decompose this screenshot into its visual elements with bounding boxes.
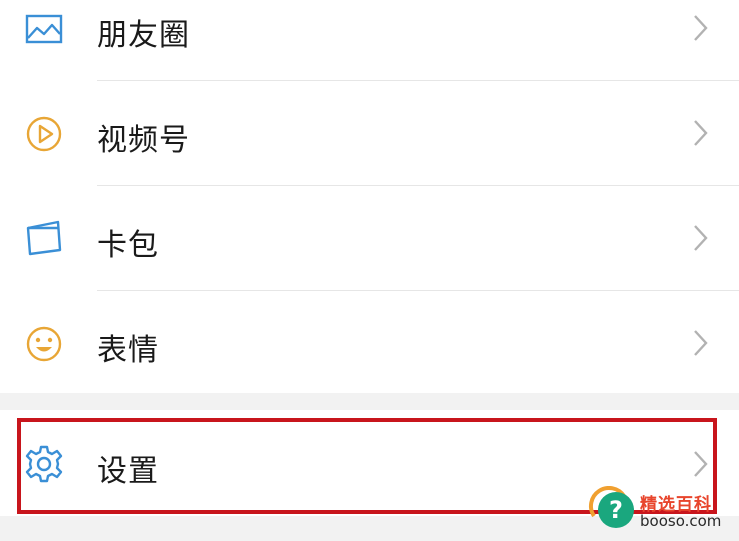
menu-item-card-wallet[interactable]: 卡包 [0, 186, 739, 290]
chevron-right-icon [690, 223, 710, 253]
menu-item-stickers[interactable]: 表情 [0, 291, 739, 395]
watermark-logo: ? 精选百科 booso.com [588, 486, 734, 536]
moments-image-icon [22, 7, 66, 51]
smiley-emoji-icon [22, 322, 66, 366]
question-badge-icon: ? [598, 492, 634, 528]
card-wallet-icon [22, 216, 66, 260]
menu-item-label: 视频号 [97, 123, 190, 158]
chevron-right-icon [690, 328, 710, 358]
watermark-url: booso.com [640, 512, 722, 530]
menu-item-label: 表情 [97, 333, 159, 368]
menu-item-label: 卡包 [97, 228, 159, 263]
menu-group: 朋友圈 视频号 卡包 表情 [0, 0, 739, 393]
chevron-right-icon [690, 118, 710, 148]
menu-item-label: 朋友圈 [97, 18, 190, 53]
channels-play-icon [22, 112, 66, 156]
menu-item-channels[interactable]: 视频号 [0, 81, 739, 185]
chevron-right-icon [690, 13, 710, 43]
